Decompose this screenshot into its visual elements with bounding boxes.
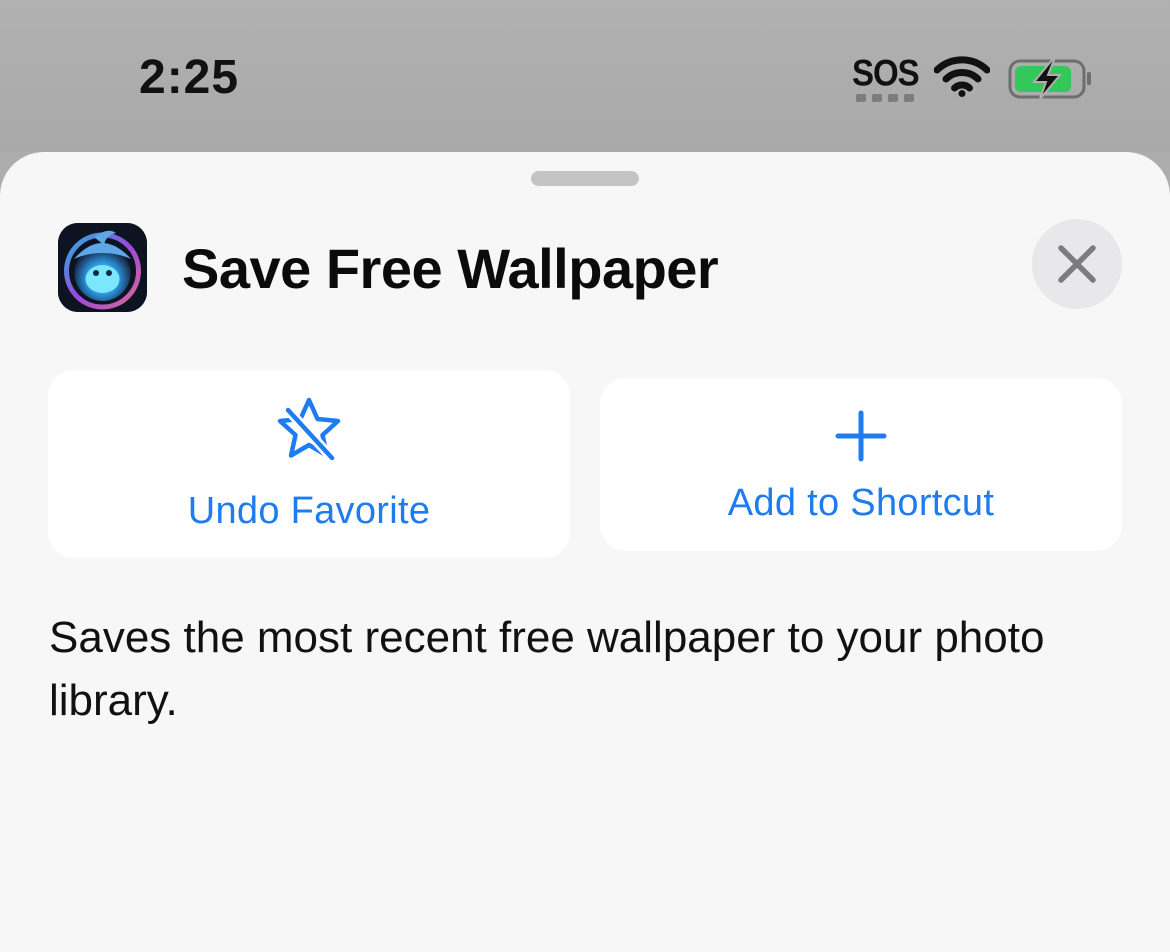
status-time: 2:25	[139, 51, 240, 104]
signal-dots	[856, 94, 914, 102]
status-bar: 2:25 SOS	[0, 0, 1170, 152]
shortcut-description: Saves the most recent free wallpaper to …	[49, 613, 1045, 725]
add-to-shortcut-label: Add to Shortcut	[727, 482, 995, 524]
star-slash-icon	[277, 397, 341, 463]
sos-label: SOS	[852, 52, 920, 94]
wifi-icon	[933, 56, 991, 103]
action-sheet: Save Free Wallpaper Undo Favorite Add to…	[0, 152, 1170, 952]
app-icon	[58, 223, 147, 312]
battery-charging-icon	[1008, 58, 1094, 107]
undo-favorite-button[interactable]: Undo Favorite	[48, 370, 570, 558]
add-to-shortcut-button[interactable]: Add to Shortcut	[600, 378, 1122, 551]
sheet-grabber[interactable]	[531, 171, 639, 186]
undo-favorite-label: Undo Favorite	[187, 490, 431, 532]
sos-indicator: SOS	[852, 52, 920, 104]
plus-icon	[835, 410, 887, 462]
close-icon	[1058, 245, 1096, 283]
close-button[interactable]	[1032, 219, 1122, 309]
sheet-title: Save Free Wallpaper	[182, 237, 719, 300]
